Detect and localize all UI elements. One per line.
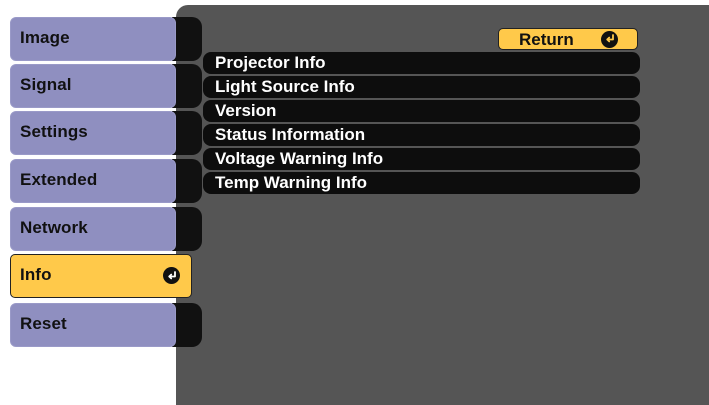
sidebar-item-signal[interactable]: Signal — [10, 64, 202, 108]
submenu-item-light-source-info[interactable]: Light Source Info — [203, 76, 640, 98]
enter-icon — [163, 267, 180, 284]
sidebar-item-label: Info — [20, 265, 52, 284]
tab-shadow — [172, 159, 202, 203]
return-label: Return — [519, 30, 574, 49]
submenu-item-status-information[interactable]: Status Information — [203, 124, 640, 146]
enter-icon — [601, 30, 618, 48]
projector-menu-screen: Image Signal Settings Extended Network I… — [0, 0, 709, 405]
submenu-item-label: Projector Info — [215, 53, 326, 72]
sidebar-item-info[interactable]: Info — [10, 254, 192, 298]
return-button[interactable]: Return — [498, 28, 638, 50]
sidebar-item-image[interactable]: Image — [10, 17, 202, 61]
submenu-item-temp-warning-info[interactable]: Temp Warning Info — [203, 172, 640, 194]
sidebar-item-network[interactable]: Network — [10, 207, 202, 251]
submenu-item-label: Status Information — [215, 125, 366, 144]
submenu-item-voltage-warning-info[interactable]: Voltage Warning Info — [203, 148, 640, 170]
sidebar-item-label: Extended — [20, 170, 98, 189]
submenu-item-label: Temp Warning Info — [215, 173, 368, 192]
submenu-item-label: Voltage Warning Info — [215, 149, 384, 168]
submenu-item-projector-info[interactable]: Projector Info — [203, 52, 640, 74]
info-submenu: Projector Info Light Source Info Version… — [203, 52, 640, 196]
sidebar-item-label: Reset — [20, 314, 67, 333]
sidebar-item-label: Network — [20, 218, 88, 237]
tab-shadow — [172, 207, 202, 251]
sidebar-item-reset[interactable]: Reset — [10, 303, 202, 347]
enter-arrow-glyph — [605, 34, 614, 43]
sidebar: Image Signal Settings Extended Network I… — [0, 0, 202, 405]
enter-arrow-glyph — [167, 270, 176, 279]
tab-shadow — [172, 17, 202, 61]
submenu-item-label: Version — [215, 101, 277, 120]
sidebar-item-label: Signal — [20, 75, 72, 94]
sidebar-item-settings[interactable]: Settings — [10, 111, 202, 155]
submenu-item-version[interactable]: Version — [203, 100, 640, 122]
tab-shadow — [172, 303, 202, 347]
sidebar-item-label: Settings — [20, 122, 88, 141]
tab-shadow — [172, 64, 202, 108]
sidebar-item-label: Image — [20, 28, 70, 47]
tab-shadow — [172, 111, 202, 155]
sidebar-item-extended[interactable]: Extended — [10, 159, 202, 203]
submenu-item-label: Light Source Info — [215, 77, 355, 96]
